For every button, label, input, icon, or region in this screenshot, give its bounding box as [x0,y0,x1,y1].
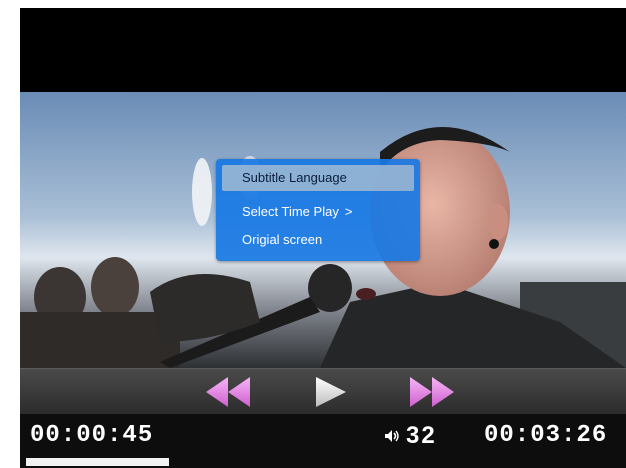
fast-forward-icon [410,377,454,407]
progress-bar[interactable] [26,458,620,466]
rewind-icon [206,377,250,407]
volume-level: 32 [406,422,437,449]
letterbox-top [20,8,626,92]
menu-item-label: Subtitle Language [242,170,347,185]
menu-item-label: Origial screen [242,232,323,247]
menu-item-original-screen[interactable]: Origial screen [222,227,414,253]
play-button[interactable] [308,375,360,409]
playback-controls [20,368,626,415]
total-duration: 00:03:26 [484,422,608,449]
submenu-arrow-icon: > [344,204,353,219]
menu-item-label: Select Time Play [242,204,339,219]
status-bar: 00:00:45 32 00:03:26 [20,414,626,468]
play-icon [316,377,346,407]
fast-forward-button[interactable] [406,375,458,409]
menu-item-select-time-play[interactable]: Select Time Play > [222,199,414,225]
elapsed-time: 00:00:45 [30,422,154,449]
menu-item-subtitle-language[interactable]: Subtitle Language [222,165,414,191]
progress-fill [26,458,169,466]
video-player: Subtitle Language Select Time Play > Orig… [20,8,626,468]
rewind-button[interactable] [200,375,252,409]
speaker-icon [384,422,400,450]
volume-indicator[interactable]: 32 [384,422,437,450]
context-menu: Subtitle Language Select Time Play > Orig… [216,159,420,261]
